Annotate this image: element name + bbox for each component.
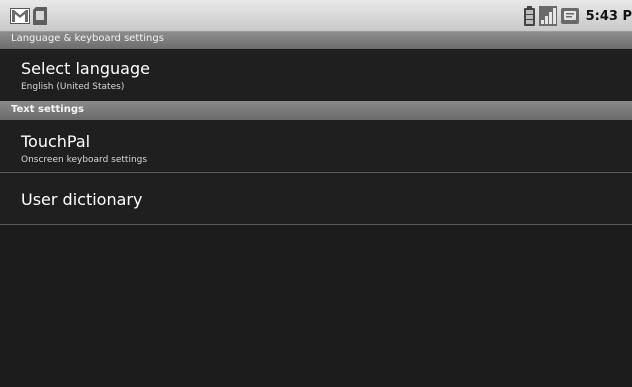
message-icon [560, 7, 579, 25]
empty-list-area [0, 226, 632, 387]
text-settings-header: Text settings [0, 101, 632, 120]
clock: 5:43 P [585, 8, 632, 24]
touchpal-summary: Onscreen keyboard settings [21, 155, 148, 165]
status-bar: 5:43 P [0, 0, 632, 32]
system-icons: 5:43 P [523, 5, 632, 27]
touchpal-item[interactable]: TouchPal Onscreen keyboard settings [0, 121, 632, 172]
select-language-title: Select language [21, 59, 150, 78]
list-divider [0, 224, 632, 225]
battery-icon [523, 6, 535, 26]
notification-icons [10, 5, 47, 27]
select-language-summary: English (United States) [21, 82, 125, 92]
select-language-item[interactable]: Select language English (United States) [0, 50, 632, 100]
user-dictionary-item[interactable]: User dictionary [0, 173, 632, 224]
gmail-icon [10, 8, 30, 24]
user-dictionary-title: User dictionary [21, 190, 143, 209]
signal-icon [538, 6, 557, 26]
android-settings-screen: 5:43 P Language & keyboard settings Sele… [0, 0, 632, 387]
touchpal-title: TouchPal [21, 132, 91, 151]
title-bar: Language & keyboard settings [0, 32, 632, 49]
page-title: Language & keyboard settings [11, 33, 164, 44]
sd-card-icon [33, 7, 47, 25]
section-header-label: Text settings [11, 104, 84, 115]
